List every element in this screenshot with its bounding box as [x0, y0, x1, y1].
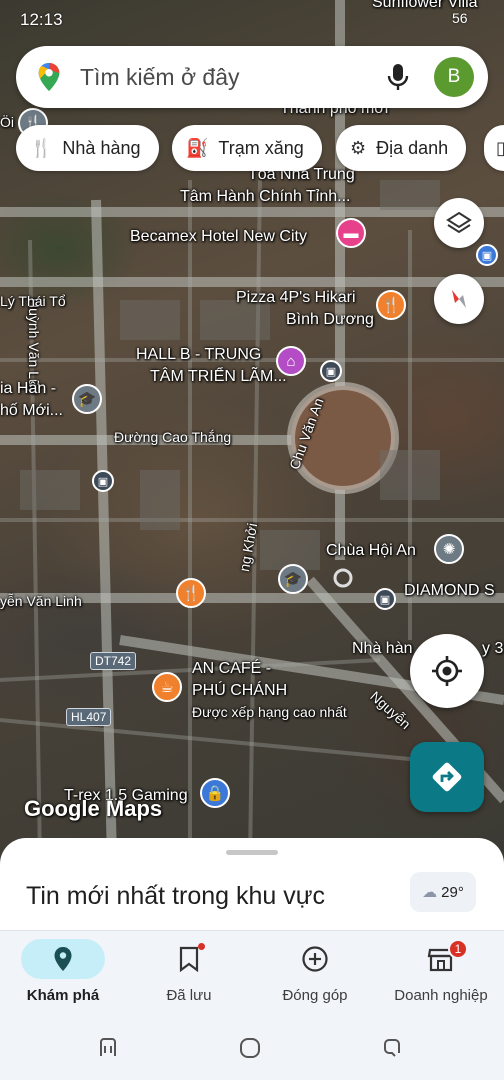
restaurant-icon[interactable]: 🍴 [376, 290, 406, 320]
compass-button[interactable] [434, 274, 484, 324]
road-tag: HL407 [66, 708, 112, 726]
notification-badge: 1 [448, 939, 468, 959]
layers-icon [446, 211, 472, 234]
cloudy-weather-icon: ☁ [422, 884, 438, 901]
place-label[interactable]: Tâm Hành Chính Tỉnh... [180, 188, 350, 206]
avatar[interactable]: B [434, 57, 474, 97]
nav-label: Doanh nghiệp [394, 987, 488, 1004]
home-icon[interactable] [238, 1036, 262, 1060]
bus-stop-icon[interactable]: ▣ [476, 244, 498, 266]
compass-icon [452, 290, 466, 308]
place-label[interactable]: HALL B - TRUNG [136, 346, 261, 364]
search-bar[interactable]: Tìm kiếm ở đây B [16, 46, 488, 108]
my-location-button[interactable] [410, 634, 484, 708]
more-chip-icon: ▯ [496, 137, 504, 158]
weather-chip[interactable]: ☁ 29° [410, 872, 476, 912]
nav-business[interactable]: 1 Doanh nghiệp [378, 939, 504, 1004]
battery-level: 56 [452, 10, 468, 26]
search-input[interactable]: Tìm kiếm ở đây [80, 64, 386, 91]
landmark-icon: ⚙ [350, 137, 367, 158]
rating-note: Được xếp hạng cao nhất [192, 704, 347, 720]
place-label[interactable]: y 3 [482, 640, 503, 658]
exhibition-hall-icon[interactable]: ⌂ [276, 346, 306, 376]
chip-label: Nhà hàng [62, 137, 141, 158]
place-label[interactable]: AN CAFÉ - [192, 660, 271, 678]
nav-explore[interactable]: Khám phá [0, 939, 126, 1004]
notification-dot [198, 943, 205, 950]
place-label[interactable]: PHÚ CHÁNH [192, 682, 287, 700]
restaurant-icon: 🍴 [30, 137, 53, 158]
chip-label: Địa danh [376, 137, 449, 158]
sheet-drag-handle[interactable] [226, 850, 278, 855]
chip-label: Trạm xăng [218, 137, 304, 158]
layers-button[interactable] [434, 198, 484, 248]
place-label[interactable]: Sunflower Villa [372, 0, 478, 12]
school-icon[interactable]: 🎓 [278, 564, 308, 594]
chip-landmarks[interactable]: ⚙ Địa danh [336, 125, 467, 171]
cafe-icon[interactable]: ☕ [152, 672, 182, 702]
recent-apps-icon[interactable] [96, 1036, 120, 1060]
place-label[interactable]: Chùa Hội An [326, 542, 416, 560]
nav-label: Đóng góp [282, 987, 348, 1004]
street-label: Lý Thái Tổ [0, 293, 66, 309]
place-label[interactable]: Bình Dương [286, 311, 374, 329]
bus-stop-icon[interactable]: ▣ [320, 360, 342, 382]
explore-pin-icon [54, 947, 72, 971]
temperature: 29° [441, 883, 464, 901]
gas-station-icon: ⛽ [186, 137, 209, 158]
place-label[interactable]: Becamex Hotel New City [130, 228, 307, 246]
bookmark-icon [179, 946, 199, 972]
chip-gas-stations[interactable]: ⛽ Trạm xăng [172, 125, 322, 171]
microphone-icon[interactable] [386, 62, 410, 92]
gaming-store-icon[interactable]: 🔒 [200, 778, 230, 808]
back-icon[interactable] [380, 1036, 404, 1060]
street-label: yễn Văn Linh [0, 593, 82, 609]
directions-icon [432, 762, 462, 792]
bottom-navigation: Khám phá Đã lưu Đóng góp 1 Doanh nghiệp [0, 930, 504, 1016]
chip-restaurants[interactable]: 🍴 Nhà hàng [16, 125, 159, 171]
system-navigation-bar [0, 1016, 504, 1080]
street-label: Đường Cao Thắng [114, 429, 232, 445]
satellite-map[interactable]: 12:13 56 Sunflower Villa Thành phố mới T… [0, 0, 504, 860]
restaurant-icon[interactable]: 🍴 [176, 578, 206, 608]
place-label[interactable]: Öi [0, 114, 14, 130]
place-label[interactable]: DIAMOND S [404, 582, 495, 600]
school-icon[interactable]: 🎓 [72, 384, 102, 414]
place-label[interactable]: Nhà hàn [352, 640, 413, 658]
nav-label: Đã lưu [166, 987, 212, 1004]
hotel-icon[interactable]: ▬ [336, 218, 366, 248]
nav-contribute[interactable]: Đóng góp [252, 939, 378, 1004]
directions-button[interactable] [410, 742, 484, 812]
road-tag: DT742 [90, 652, 137, 670]
google-maps-attribution: Google Maps [24, 796, 163, 821]
add-circle-icon [302, 946, 328, 972]
place-label[interactable]: hố Mới... [0, 402, 63, 420]
place-label[interactable]: TÂM TRIỂN LÃM... [150, 368, 287, 386]
place-label[interactable]: Pizza 4P's Hikari [236, 289, 356, 307]
temple-icon[interactable]: ✺ [434, 534, 464, 564]
place-label[interactable]: ia Hân - [0, 380, 56, 398]
nav-label: Khám phá [26, 987, 100, 1004]
google-maps-pin-icon [38, 62, 60, 92]
bus-stop-icon[interactable]: ▣ [92, 470, 114, 492]
status-time: 12:13 [20, 10, 63, 29]
sheet-title: Tin mới nhất trong khu vực [26, 882, 325, 910]
nav-saved[interactable]: Đã lưu [126, 939, 252, 1004]
my-location-icon [432, 656, 462, 686]
bus-stop-icon[interactable]: ▣ [374, 588, 396, 610]
